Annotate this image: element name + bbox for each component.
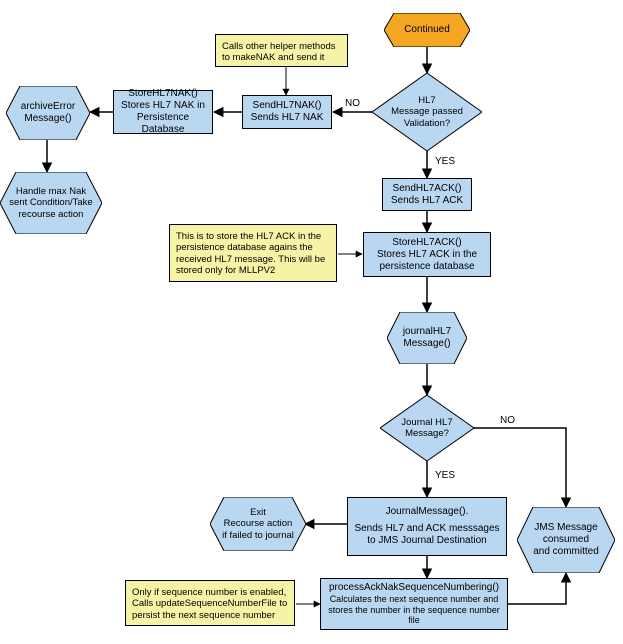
terminator-continued: Continued bbox=[384, 13, 470, 47]
process-line: Sends HL7 and ACK messsages to JMS Journ… bbox=[354, 523, 500, 547]
decision-label: Journal HL7 Message? bbox=[380, 395, 474, 461]
process-line: Sends HL7 ACK bbox=[391, 195, 463, 207]
decision-journal: Journal HL7 Message? bbox=[380, 395, 474, 461]
edge-label-no: NO bbox=[500, 415, 515, 426]
preparation-archive-error: archiveError Message() bbox=[6, 86, 90, 140]
preparation-max-nak: Handle max Nak sent Condition/Take recou… bbox=[0, 172, 102, 234]
note-seq: Only if sequence number is enabled, Call… bbox=[125, 580, 295, 626]
preparation-journal-hl7: journalHL7 Message() bbox=[387, 312, 467, 364]
note-helpers: Calls other helper methods to makeNAK an… bbox=[215, 34, 348, 67]
preparation-label: JMS Message consumed and committed bbox=[517, 507, 615, 573]
decision-hl7-validation: HL7 Message passed Validation? bbox=[372, 73, 482, 151]
process-line: Stores HL7 NAK in Persistence Database bbox=[120, 100, 206, 136]
process-send-nak: SendHL7NAK() Sends HL7 NAK bbox=[242, 95, 332, 129]
process-line: StoreHL7NAK() bbox=[128, 88, 197, 100]
decision-label: HL7 Message passed Validation? bbox=[372, 73, 482, 151]
preparation-exit: Exit Recourse action if failed to journa… bbox=[210, 497, 306, 551]
preparation-label: Exit Recourse action if failed to journa… bbox=[210, 497, 306, 551]
note-store-ack: This is to store the HL7 ACK in the pers… bbox=[169, 224, 337, 282]
terminator-label: Continued bbox=[384, 13, 470, 47]
process-journal-message: JournalMessage(). Sends HL7 and ACK mess… bbox=[347, 497, 507, 556]
note-text: Calls other helper methods to makeNAK an… bbox=[222, 41, 341, 64]
process-store-nak: StoreHL7NAK() Stores HL7 NAK in Persiste… bbox=[113, 90, 213, 134]
preparation-label: archiveError Message() bbox=[6, 86, 90, 140]
note-text: This is to store the HL7 ACK in the pers… bbox=[176, 231, 330, 277]
edge-label-yes: YES bbox=[435, 156, 455, 167]
process-line: processAckNakSequenceNumbering() bbox=[329, 582, 499, 594]
process-store-ack: StoreHL7ACK() Stores HL7 ACK in the pers… bbox=[363, 232, 491, 277]
process-line: SendHL7NAK() bbox=[253, 100, 322, 112]
process-line: StoreHL7ACK() bbox=[392, 237, 461, 249]
process-seq-numbering: processAckNakSequenceNumbering() Calcula… bbox=[320, 578, 508, 630]
preparation-label: journalHL7 Message() bbox=[387, 312, 467, 364]
edge-label-no: NO bbox=[345, 98, 360, 109]
preparation-jms-committed: JMS Message consumed and committed bbox=[517, 507, 615, 573]
process-line: JournalMessage(). bbox=[386, 506, 469, 518]
process-line: Stores HL7 ACK in the persistence databa… bbox=[370, 249, 484, 273]
process-send-ack: SendHL7ACK() Sends HL7 ACK bbox=[382, 178, 472, 211]
edge-label-yes: YES bbox=[435, 470, 455, 481]
preparation-label: Handle max Nak sent Condition/Take recou… bbox=[0, 172, 102, 234]
process-line: SendHL7ACK() bbox=[393, 183, 462, 195]
note-text: Only if sequence number is enabled, Call… bbox=[132, 587, 288, 621]
process-line: Calculates the next sequence number and … bbox=[327, 594, 501, 626]
process-line: Sends HL7 NAK bbox=[251, 112, 324, 124]
